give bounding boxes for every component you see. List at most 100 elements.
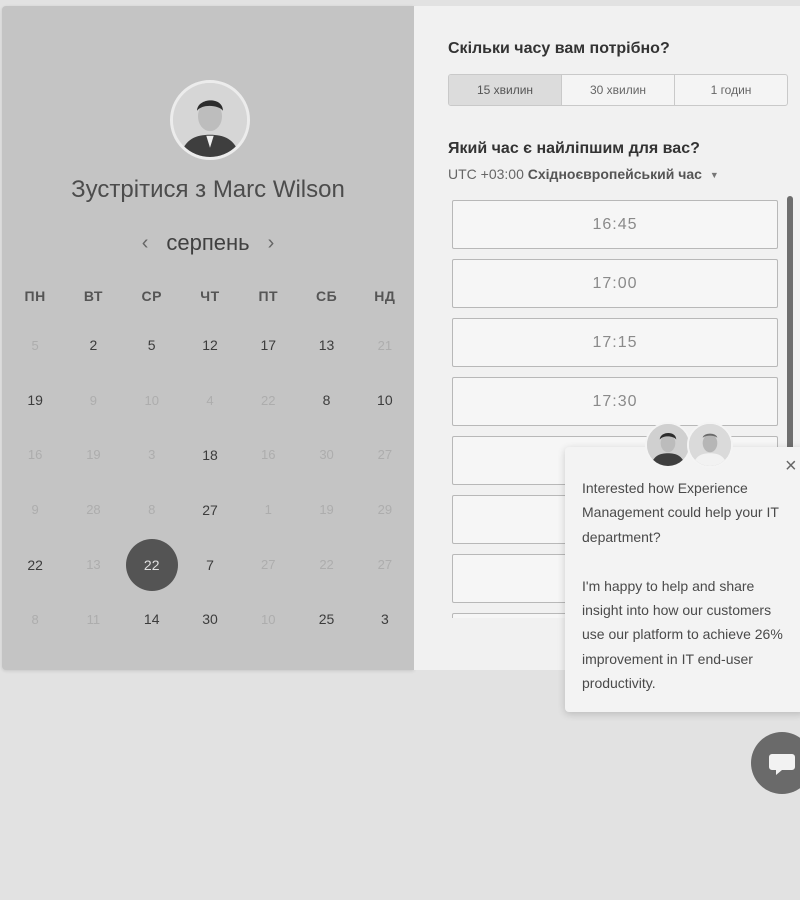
calendar-day: 16	[239, 428, 297, 483]
weekday-label: ПН	[24, 288, 46, 304]
calendar-day-number: 9	[89, 392, 98, 408]
timeslot-button[interactable]: 16:45	[452, 200, 778, 249]
calendar-day: 16	[6, 428, 64, 483]
calendar-day: 9	[64, 373, 122, 428]
calendar-day-number: 12	[202, 337, 218, 354]
selected-calendar-day[interactable]: 22	[123, 537, 181, 592]
calendar-day: 8	[6, 592, 64, 647]
weekday-header-row: ПН ВТ СР ЧТ ПТ СБ НД	[6, 288, 414, 304]
timeslot-button[interactable]: 17:00	[452, 259, 778, 308]
calendar-day[interactable]: 18	[181, 428, 239, 483]
person-portrait-icon	[173, 83, 247, 157]
timeslot-button[interactable]: 17:15	[452, 318, 778, 367]
calendar-panel: Зустрітися з Marc Wilson ‹ серпень › ПН …	[2, 6, 414, 670]
calendar-day-number: 13	[318, 337, 335, 354]
timezone-dropdown[interactable]: UTC +03:00 Східноєвропейський час ▼	[448, 166, 719, 182]
timeslot-scrollbar[interactable]	[787, 196, 793, 456]
next-month-chevron-icon[interactable]: ›	[264, 233, 279, 253]
calendar-day-number: 13	[86, 557, 101, 573]
calendar-day: 5	[6, 318, 64, 373]
weekday-label: ПТ	[258, 288, 279, 304]
host-avatar	[170, 80, 250, 160]
calendar-day[interactable]: 19	[6, 373, 64, 428]
calendar-day-number: 1	[264, 502, 272, 518]
calendar-day-number: 3	[380, 611, 389, 628]
calendar-day-number: 5	[31, 337, 39, 353]
calendar-day-number: 9	[31, 502, 39, 518]
calendar-day[interactable]: 13	[297, 318, 355, 373]
timezone-offset: UTC +03:00	[448, 166, 524, 182]
calendar-day[interactable]: 22	[6, 537, 64, 592]
calendar-day: 28	[64, 482, 122, 537]
duration-option-60[interactable]: 1 годин	[674, 75, 787, 105]
weekday-label: СБ	[315, 288, 338, 304]
calendar-day[interactable]: 8	[297, 373, 355, 428]
calendar-day[interactable]: 2	[64, 318, 122, 373]
calendar-day[interactable]: 10	[356, 373, 414, 428]
calendar-day-number: 5	[147, 337, 156, 354]
chat-message-text: Interested how Experience Management cou…	[582, 480, 783, 692]
calendar-day: 30	[297, 428, 355, 483]
calendar-day: 13	[64, 537, 122, 592]
weekday-label: СР	[141, 288, 162, 304]
calendar-day[interactable]: 17	[239, 318, 297, 373]
duration-option-30[interactable]: 30 хвилин	[561, 75, 674, 105]
calendar-day: 11	[64, 592, 122, 647]
chat-agent-avatar	[645, 422, 691, 468]
calendar-day[interactable]: 27	[181, 482, 239, 537]
caret-down-icon: ▼	[709, 170, 719, 181]
host-title-prefix: Зустрітися з	[71, 176, 207, 203]
chat-close-icon[interactable]: ×	[785, 456, 797, 476]
calendar-day-number: 2	[89, 337, 98, 354]
host-name: Marc Wilson	[212, 176, 345, 203]
calendar-day-number: 28	[86, 502, 101, 518]
calendar-day-number: 19	[86, 447, 101, 463]
calendar-day: 19	[297, 482, 355, 537]
calendar-day-number: 10	[261, 611, 276, 627]
weekday-label: ВТ	[83, 288, 103, 304]
calendar-day-number: 10	[144, 392, 159, 408]
calendar-day-number: 27	[377, 447, 393, 463]
calendar-day-number: 18	[202, 446, 218, 463]
calendar-day: 4	[181, 373, 239, 428]
duration-option-15[interactable]: 15 хвилин	[449, 75, 561, 105]
calendar-day-number: 19	[27, 392, 43, 409]
calendar-day: 1	[239, 482, 297, 537]
calendar-day-number: 17	[260, 337, 277, 354]
calendar-day[interactable]: 12	[181, 318, 239, 373]
calendar-day[interactable]: 30	[181, 592, 239, 647]
calendar-day-number: 21	[377, 337, 393, 353]
weekday-label: ЧТ	[200, 288, 220, 304]
calendar-day: 8	[123, 482, 181, 537]
chat-agent-avatar	[687, 422, 733, 468]
calendar-day-number: 22	[27, 556, 43, 573]
calendar-day[interactable]: 3	[356, 592, 414, 647]
calendar-day-number: 4	[206, 392, 214, 408]
calendar-day: 9	[6, 482, 64, 537]
calendar-day-number: 10	[377, 392, 393, 409]
calendar-day-number: 16	[261, 447, 276, 463]
calendar-day[interactable]: 25	[297, 592, 355, 647]
calendar-day-number: 14	[143, 611, 160, 628]
calendar-day: 19	[64, 428, 122, 483]
calendar-day: 10	[239, 592, 297, 647]
person-portrait-icon	[647, 424, 689, 466]
prev-month-chevron-icon[interactable]: ‹	[138, 233, 153, 253]
calendar-day[interactable]: 5	[123, 318, 181, 373]
chat-launcher-button[interactable]	[751, 732, 800, 794]
calendar-day[interactable]: 7	[181, 537, 239, 592]
calendar-day-number: 8	[31, 611, 39, 627]
timeslot-button[interactable]: 17:30	[452, 377, 778, 426]
calendar-day-number: 8	[322, 392, 331, 409]
calendar-day-number: 19	[319, 502, 334, 518]
duration-heading: Скільки часу вам потрібно?	[448, 40, 670, 57]
calendar-day[interactable]: 14	[123, 592, 181, 647]
calendar-day-number: 25	[318, 611, 335, 628]
calendar-day: 3	[123, 428, 181, 483]
timeslot-heading: Який час є найліпшим для вас?	[448, 140, 700, 157]
calendar-day: 27	[356, 428, 414, 483]
calendar-day-number: 7	[206, 556, 214, 573]
calendar-day-number: 29	[377, 502, 393, 518]
person-portrait-icon	[689, 424, 731, 466]
calendar-day-number: 8	[148, 502, 156, 518]
